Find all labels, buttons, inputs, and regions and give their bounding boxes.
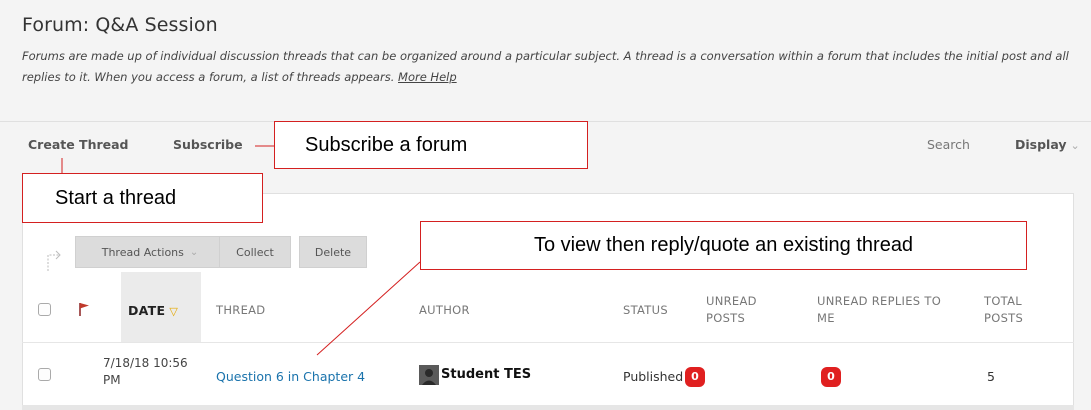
forum-page: Forum: Q&A Session Forums are made up of… <box>0 0 1091 410</box>
page-title: Forum: Q&A Session <box>22 14 218 36</box>
chevron-down-icon: ⌄ <box>1070 139 1080 152</box>
avatar <box>419 365 439 385</box>
table-header: DATE ▽ THREAD AUTHOR STATUS UNREAD POSTS … <box>22 272 1074 342</box>
display-label: Display <box>1015 137 1067 152</box>
select-arrow-icon <box>47 250 61 271</box>
column-date[interactable]: DATE ▽ <box>128 302 178 320</box>
column-thread[interactable]: THREAD <box>216 302 265 319</box>
flag-icon[interactable] <box>77 301 91 317</box>
callout-start-thread: Start a thread <box>22 173 263 223</box>
display-menu[interactable]: Display ⌄ <box>1015 137 1080 152</box>
sort-descending-icon: ▽ <box>169 305 179 318</box>
thread-actions-label: Thread Actions <box>101 245 184 259</box>
search-button[interactable]: Search <box>927 137 970 152</box>
row-date: 7/18/18 10:56 PM <box>103 356 188 387</box>
select-all-checkbox[interactable] <box>38 303 51 316</box>
more-help-link[interactable]: More Help <box>398 70 457 84</box>
delete-button[interactable]: Delete <box>299 236 367 268</box>
table-row: 7/18/18 10:56 PM Question 6 in Chapter 4… <box>22 343 1074 405</box>
column-total-posts[interactable]: TOTAL POSTS <box>984 293 1044 327</box>
unread-posts-badge[interactable]: 0 <box>685 367 705 387</box>
description-text: Forums are made up of individual discuss… <box>22 49 1069 84</box>
chevron-down-icon: ⌄ <box>189 246 199 258</box>
column-unread-posts[interactable]: UNREAD POSTS <box>706 293 786 327</box>
thread-link[interactable]: Question 6 in Chapter 4 <box>216 369 365 384</box>
create-thread-button[interactable]: Create Thread <box>28 137 129 152</box>
row-author[interactable]: Student TES <box>441 367 531 382</box>
row-checkbox[interactable] <box>38 368 51 381</box>
column-unread-replies[interactable]: UNREAD REPLIES TO ME <box>817 293 957 327</box>
callout-view-thread: To view then reply/quote an existing thr… <box>420 221 1027 270</box>
callout-subscribe: Subscribe a forum <box>274 121 588 169</box>
unread-replies-badge[interactable]: 0 <box>821 367 841 387</box>
collect-button[interactable]: Collect <box>219 236 291 268</box>
row-status: Published <box>623 369 684 384</box>
subscribe-button[interactable]: Subscribe <box>173 137 243 152</box>
column-author[interactable]: AUTHOR <box>419 302 470 319</box>
date-header-label: DATE <box>128 303 166 318</box>
thread-actions-button[interactable]: Thread Actions ⌄ <box>75 236 225 268</box>
column-status[interactable]: STATUS <box>623 302 668 319</box>
forum-description: Forums are made up of individual discuss… <box>22 46 1072 88</box>
row-total-posts: 5 <box>987 369 995 384</box>
table-footer-strip <box>22 405 1074 410</box>
